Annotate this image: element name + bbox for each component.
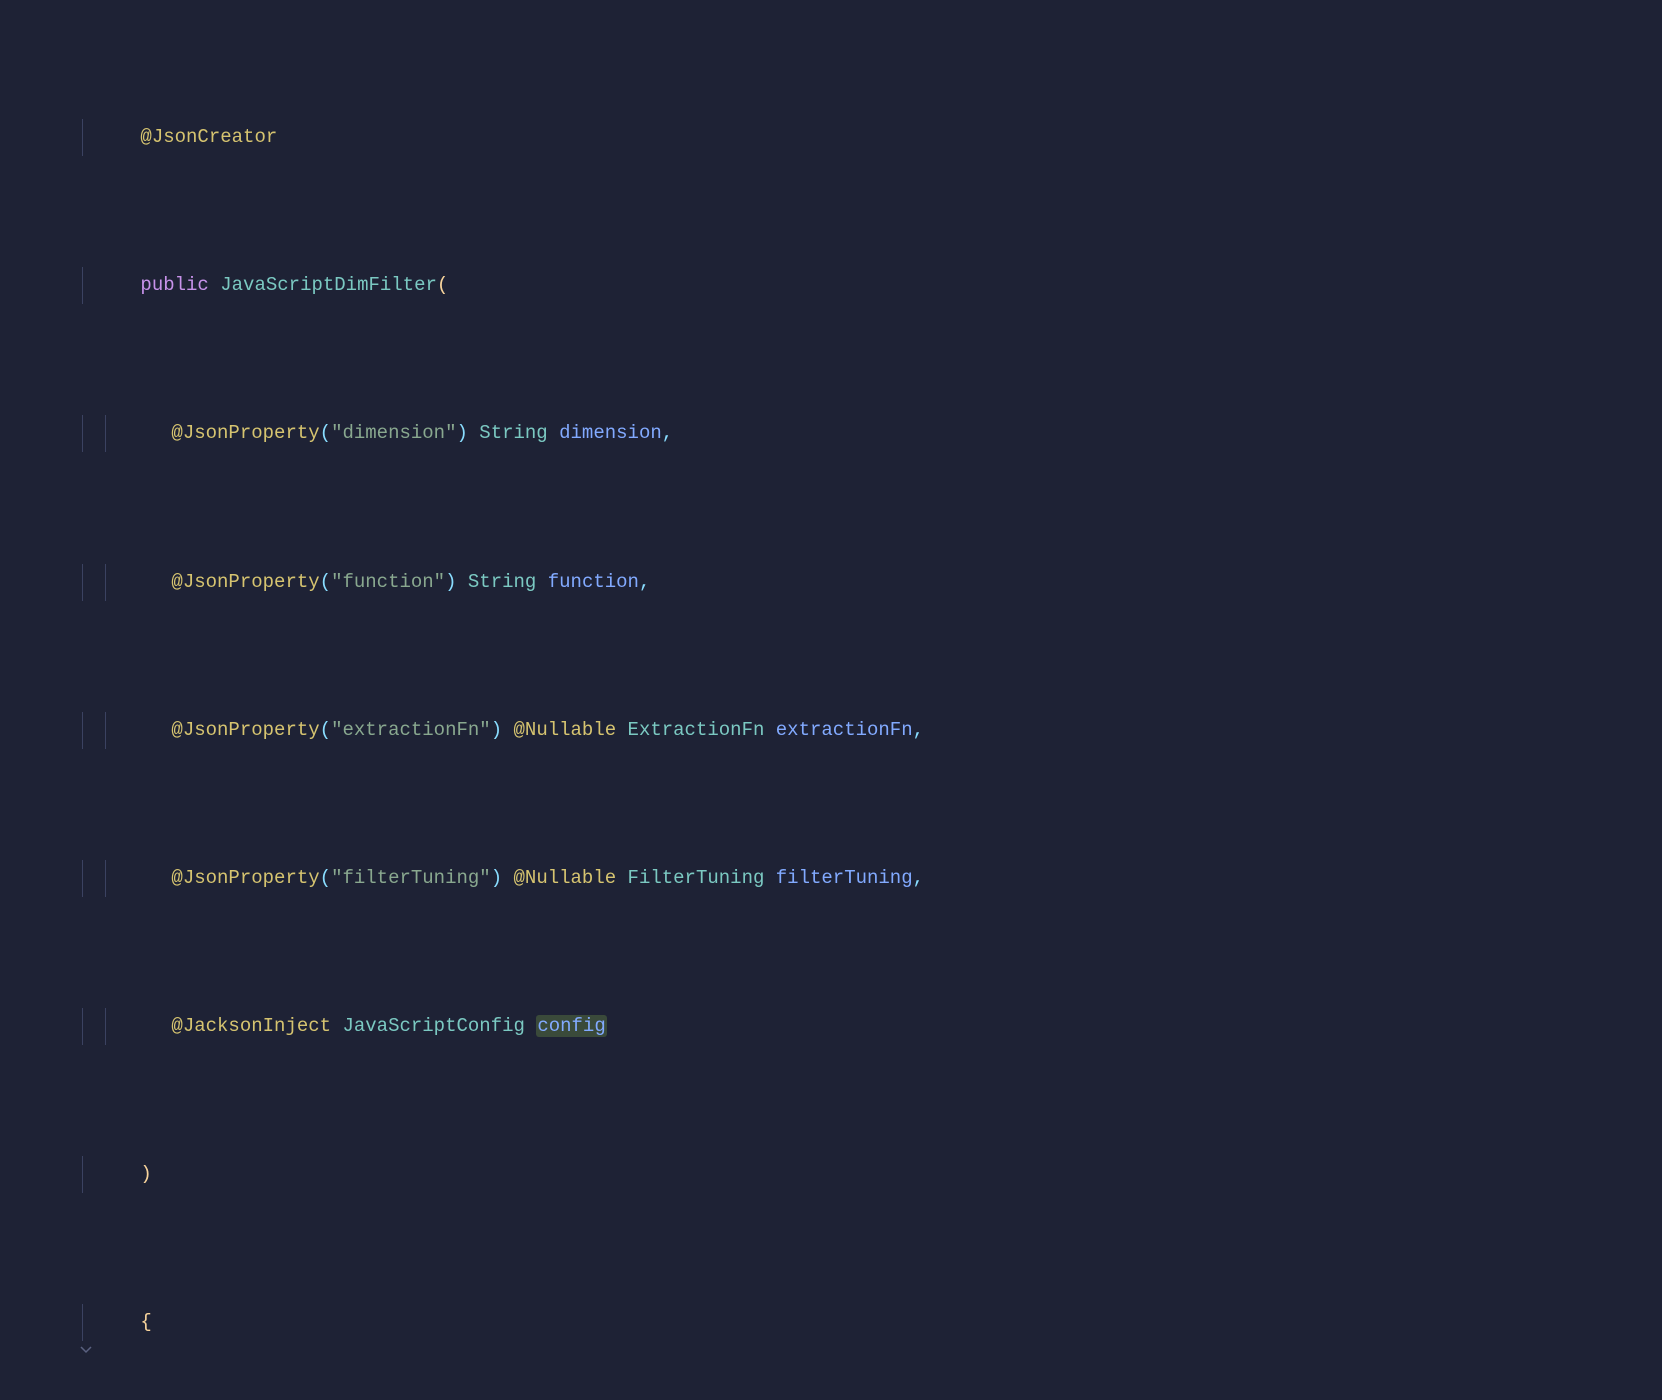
string-literal: "extractionFn": [331, 719, 491, 741]
annotation-jacksoninject: @JacksonInject: [171, 1015, 331, 1037]
annotation: @JsonProperty: [171, 867, 319, 889]
constructor-name: JavaScriptDimFilter: [220, 274, 437, 296]
code-editor[interactable]: @JsonCreator public JavaScriptDimFilter(…: [56, 0, 1662, 1400]
string-literal: "filterTuning": [331, 867, 491, 889]
fold-open-icon[interactable]: [30, 1312, 92, 1394]
param-dimension: dimension: [559, 422, 662, 444]
type-filtertuning: FilterTuning: [628, 867, 765, 889]
annotation-nullable: @Nullable: [514, 867, 617, 889]
close-paren: ): [140, 1163, 151, 1185]
param-filtertuning: filterTuning: [776, 867, 913, 889]
open-brace: {: [140, 1311, 151, 1333]
annotation: @JsonProperty: [171, 719, 319, 741]
type-string: String: [468, 571, 536, 593]
param-config-highlighted: config: [536, 1015, 606, 1037]
annotation: @JsonProperty: [171, 571, 319, 593]
param-function: function: [548, 571, 639, 593]
string-literal: "dimension": [331, 422, 456, 444]
type-javascriptconfig: JavaScriptConfig: [342, 1015, 524, 1037]
string-literal: "function": [331, 571, 445, 593]
annotation: @JsonCreator: [140, 126, 277, 148]
annotation: @JsonProperty: [171, 422, 319, 444]
type-extractionfn: ExtractionFn: [628, 719, 765, 741]
editor-gutter: [0, 0, 56, 700]
param-extractionfn: extractionFn: [776, 719, 913, 741]
type-string: String: [479, 422, 547, 444]
keyword-public: public: [140, 274, 208, 296]
annotation-nullable: @Nullable: [514, 719, 617, 741]
open-paren: (: [437, 274, 448, 296]
